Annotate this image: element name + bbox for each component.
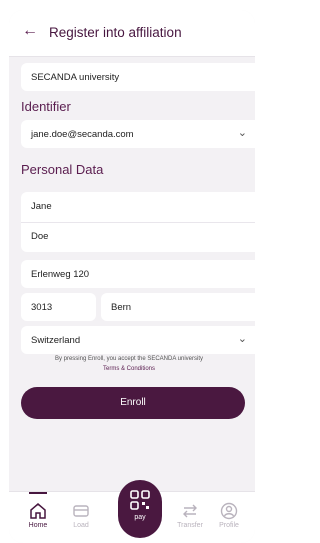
enroll-button[interactable]: Enroll [21, 387, 245, 419]
zip-field[interactable]: 3013 [21, 293, 96, 321]
tab-label: Transfer [177, 522, 203, 529]
city-field[interactable]: Bern [101, 293, 255, 321]
country-select[interactable]: Switzerland ⌄ [21, 326, 255, 354]
divider [21, 222, 255, 223]
chevron-down-icon: ⌄ [237, 127, 247, 139]
tab-load[interactable]: Load [64, 502, 98, 529]
tab-label: pay [134, 514, 146, 521]
tab-home[interactable]: Home [21, 492, 55, 529]
university-value: SECANDA university [31, 72, 120, 83]
qr-icon [130, 490, 150, 510]
tab-label: Profile [219, 522, 239, 529]
page-title: Register into affiliation [49, 25, 182, 40]
name-group: Jane Doe [21, 192, 255, 252]
country-value: Switzerland [31, 335, 81, 346]
tab-pay[interactable]: pay [118, 480, 162, 538]
zip-value: 3013 [31, 302, 53, 313]
personal-data-section-label: Personal Data [21, 162, 104, 177]
legal-text: By pressing Enroll, you accept the SECAN… [54, 356, 204, 362]
terms-link[interactable]: Terms & Conditions [21, 366, 237, 372]
last-name-field[interactable]: Doe [31, 231, 48, 242]
identifier-section-label: Identifier [21, 99, 71, 114]
transfer-icon [183, 504, 197, 518]
university-field[interactable]: SECANDA university [21, 63, 255, 91]
card-icon [73, 505, 89, 517]
identifier-select[interactable]: jane.doe@secanda.com ⌄ [21, 120, 255, 148]
bottom-tab-bar: Home Load pay Transfer Profile [9, 480, 255, 543]
tab-label: Load [73, 522, 89, 529]
street-field[interactable]: Erlenweg 120 [21, 260, 255, 288]
street-value: Erlenweg 120 [31, 269, 90, 280]
city-value: Bern [111, 302, 132, 313]
first-name-field[interactable]: Jane [31, 201, 52, 212]
profile-icon [220, 502, 238, 520]
tab-label: Home [28, 522, 48, 529]
phone-frame: ← Register into affiliation SECANDA univ… [9, 10, 255, 543]
tab-profile[interactable]: Profile [212, 502, 246, 529]
chevron-down-icon: ⌄ [237, 333, 247, 345]
tab-transfer[interactable]: Transfer [173, 502, 207, 529]
home-icon [30, 503, 46, 519]
identifier-value: jane.doe@secanda.com [31, 129, 134, 140]
back-arrow-icon[interactable]: ← [22, 22, 38, 40]
app-header: ← Register into affiliation [9, 10, 255, 57]
